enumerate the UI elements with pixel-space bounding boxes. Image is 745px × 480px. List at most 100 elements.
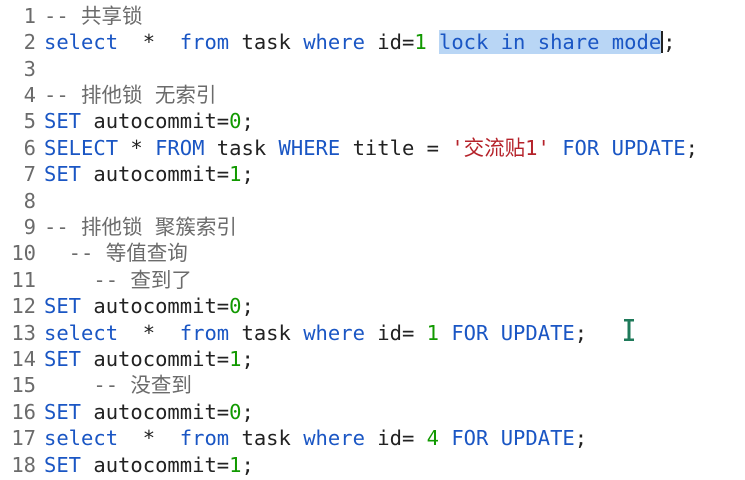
code-token: SET — [44, 400, 82, 424]
code-line[interactable]: 18 SET autocommit=1; — [0, 452, 254, 478]
code-line[interactable]: 10 -- 等值查询 — [0, 240, 188, 266]
code-token: ; — [663, 30, 676, 54]
code-token: task — [229, 30, 304, 54]
line-number: 14 — [11, 347, 36, 371]
code-line[interactable]: 6 SELECT * FROM task WHERE title = '交流贴1'… — [0, 135, 698, 161]
code-line[interactable]: 5 SET autocommit=0; — [0, 108, 254, 134]
code-token: WHERE — [278, 136, 341, 160]
code-token: * — [118, 426, 180, 450]
code-token: -- 没查到 — [44, 373, 192, 397]
code-token: task — [204, 136, 279, 160]
code-text: select * from task where id= 1 FOR UPDAT… — [44, 320, 587, 346]
code-token: from — [179, 321, 230, 345]
code-token: 0 — [229, 109, 242, 133]
code-token: where — [303, 321, 365, 345]
code-text: SET autocommit=0; — [44, 108, 254, 134]
code-token: -- 查到了 — [44, 268, 192, 292]
code-line[interactable]: 9 -- 排他锁 聚簇索引 — [0, 214, 237, 240]
code-text: SET autocommit=1; — [44, 346, 254, 372]
line-number: 11 — [11, 268, 36, 292]
code-line[interactable]: 16 SET autocommit=0; — [0, 399, 254, 425]
code-text: -- 等值查询 — [44, 240, 188, 266]
code-line[interactable]: 3 — [0, 56, 44, 82]
code-token: ; — [574, 426, 588, 450]
code-token: task — [229, 426, 304, 450]
line-number: 1 — [23, 4, 36, 28]
line-number: 16 — [11, 400, 36, 424]
code-line[interactable]: 12 SET autocommit=0; — [0, 293, 254, 319]
code-token: FROM — [155, 136, 205, 160]
code-token: id= — [364, 30, 415, 54]
code-token: 1 — [229, 347, 242, 371]
line-number: 5 — [23, 109, 36, 133]
code-token: ; — [574, 321, 588, 345]
line-number: 2 — [23, 30, 36, 54]
code-text: -- 排他锁 无索引 — [44, 82, 216, 108]
code-token: 0 — [229, 400, 242, 424]
code-token: -- 共享锁 — [44, 4, 143, 28]
code-token: autocommit= — [81, 109, 230, 133]
code-token: ; — [241, 109, 254, 133]
code-token: -- 等值查询 — [44, 241, 188, 265]
code-line[interactable]: 8 — [0, 188, 44, 214]
code-token: ; — [241, 347, 254, 371]
code-token: 0 — [229, 294, 242, 318]
code-token: from — [179, 426, 230, 450]
code-token: -- 排他锁 聚簇索引 — [44, 215, 237, 239]
code-token: ; — [241, 294, 254, 318]
code-token: select — [44, 30, 119, 54]
selected-text: lock in share mode — [439, 30, 662, 54]
code-token: task — [229, 321, 304, 345]
line-number: 17 — [11, 426, 36, 450]
code-token: 1 — [229, 453, 242, 477]
code-line[interactable]: 1 -- 共享锁 — [0, 3, 143, 29]
code-token: SET — [44, 453, 82, 477]
line-number: 12 — [11, 294, 36, 318]
code-token: autocommit= — [81, 453, 230, 477]
code-text: select * from task where id= 4 FOR UPDAT… — [44, 425, 587, 451]
text-ibeam-cursor-icon — [624, 319, 634, 341]
code-text: SET autocommit=1; — [44, 452, 254, 478]
code-token: FOR UPDATE — [562, 136, 686, 160]
code-line[interactable]: 2 select * from task where id=1 lock in s… — [0, 29, 676, 55]
code-line[interactable]: 17 select * from task where id= 4 FOR UPD… — [0, 425, 587, 451]
line-number: 10 — [11, 241, 36, 265]
code-line[interactable]: 4 -- 排他锁 无索引 — [0, 82, 217, 108]
line-number: 4 — [23, 83, 36, 107]
code-token: * — [118, 136, 156, 160]
code-token: ; — [685, 136, 698, 160]
code-line[interactable]: 15 -- 没查到 — [0, 372, 192, 398]
code-token: where — [303, 426, 365, 450]
code-line[interactable]: 7 SET autocommit=1; — [0, 161, 254, 187]
code-line[interactable]: 13 select * from task where id= 1 FOR UPD… — [0, 320, 587, 346]
line-number: 3 — [23, 57, 36, 81]
line-number: 6 — [23, 136, 36, 160]
sql-code-editor[interactable]: 1 -- 共享锁 2 select * from task where id=1 lo… — [0, 0, 745, 480]
code-token: select — [44, 321, 119, 345]
code-token: * — [118, 30, 180, 54]
code-line[interactable]: 11 -- 查到了 — [0, 267, 192, 293]
line-number: 7 — [23, 162, 36, 186]
code-text: -- 没查到 — [44, 372, 192, 398]
code-text: SET autocommit=0; — [44, 293, 254, 319]
code-token: SET — [44, 294, 82, 318]
code-token: autocommit= — [81, 400, 230, 424]
code-token: id= — [364, 321, 427, 345]
line-number: 13 — [11, 321, 36, 345]
code-text: select * from task where id=1 lock in sh… — [44, 29, 676, 55]
code-text: -- 查到了 — [44, 267, 192, 293]
code-token: 1 — [426, 321, 439, 345]
code-token: autocommit= — [81, 294, 230, 318]
code-token: title = — [340, 136, 452, 160]
line-number: 8 — [23, 189, 36, 213]
code-token: autocommit= — [81, 347, 230, 371]
code-token: from — [179, 30, 230, 54]
code-token: id= — [364, 426, 427, 450]
code-token: SET — [44, 162, 82, 186]
code-line[interactable]: 14 SET autocommit=1; — [0, 346, 254, 372]
code-token: SET — [44, 109, 82, 133]
line-number: 18 — [11, 453, 36, 477]
code-token: select — [44, 426, 119, 450]
